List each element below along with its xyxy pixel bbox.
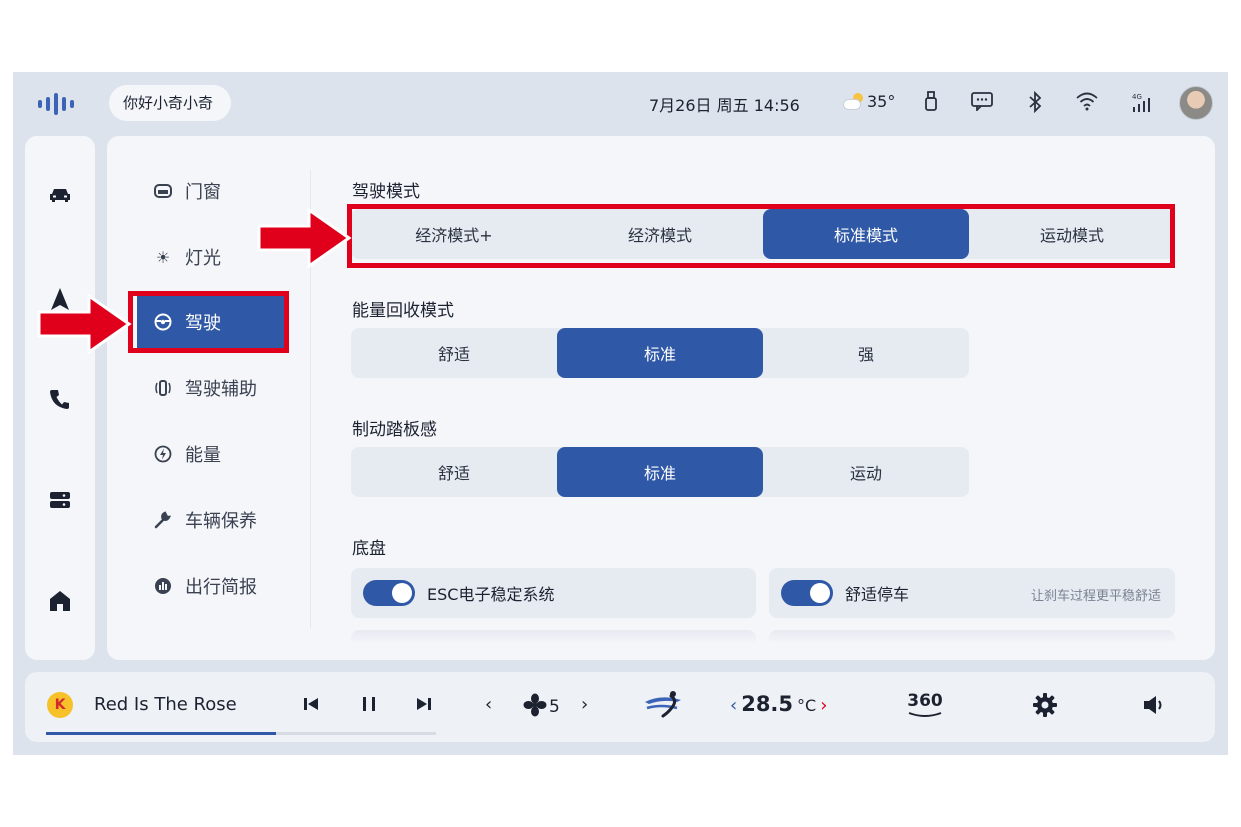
date-time: 7月26日 周五 14:56 [649, 96, 800, 115]
car-screen: 你好小奇小奇 7月26日 周五 14:56 35° 4G 门窗 ☀ 灯光 驾驶 … [13, 72, 1228, 755]
brake-feel-selector: 舒适 标准 运动 [351, 447, 969, 497]
comfort-stop-toggle[interactable] [781, 580, 833, 606]
pointer-arrow-drive-mode [257, 208, 352, 268]
pause-icon[interactable] [360, 696, 378, 717]
energy-icon [153, 444, 173, 464]
drive-mode-title: 驾驶模式 [352, 182, 420, 202]
esc-label: ESC电子稳定系统 [427, 585, 555, 604]
brake-option[interactable]: 运动 [763, 447, 969, 497]
bluetooth-icon[interactable] [1023, 90, 1047, 115]
comfort-stop-label: 舒适停车 [845, 585, 910, 604]
app-rail [25, 136, 95, 660]
pointer-arrow-menu [37, 294, 132, 354]
brake-feel-title: 制动踏板感 [352, 420, 437, 440]
message-icon[interactable] [970, 91, 994, 115]
esc-toggle[interactable] [363, 580, 415, 606]
airflow-mode-icon[interactable] [643, 690, 683, 725]
volume-icon[interactable] [1142, 694, 1168, 721]
usb-icon [919, 91, 943, 115]
highlight-box-menu [128, 291, 289, 353]
fan-speed: 5 [523, 693, 560, 717]
window-icon [153, 181, 173, 201]
partly-cloudy-icon [843, 92, 865, 111]
settings-gear-icon[interactable] [1032, 692, 1058, 723]
fan-icon [523, 693, 547, 717]
user-avatar[interactable] [1179, 86, 1213, 120]
menu-item-label: 能量 [185, 445, 221, 466]
light-icon: ☀ [155, 247, 171, 267]
voice-assistant-icon[interactable] [38, 92, 86, 116]
regen-option[interactable]: 舒适 [351, 328, 557, 378]
brake-option-selected[interactable]: 标准 [557, 447, 763, 497]
bottom-dock: K Red Is The Rose ‹ 5 › ‹ 28.5 °C › 360 [25, 672, 1215, 742]
fan-level: 5 [549, 697, 560, 717]
car-icon[interactable] [47, 182, 73, 208]
svg-text:4G: 4G [1132, 93, 1142, 101]
menu-item-label: 车辆保养 [185, 511, 257, 532]
regen-option-selected[interactable]: 标准 [557, 328, 763, 378]
temp-value: 28.5 [741, 692, 794, 716]
esc-setting: ESC电子稳定系统 [351, 568, 756, 618]
outside-temperature: 35° [867, 92, 896, 111]
next-track-icon[interactable] [415, 696, 433, 717]
next-setting-card [351, 630, 756, 644]
menu-item-label: 灯光 [185, 248, 221, 269]
menu-item-energy[interactable]: 能量 [137, 428, 287, 480]
camera-360-icon[interactable]: 360 [907, 690, 943, 719]
regen-mode-selector: 舒适 标准 强 [351, 328, 969, 378]
temp-increase-icon[interactable]: › [820, 695, 827, 716]
fan-increase-icon[interactable]: › [581, 694, 588, 715]
menu-item-label: 驾驶辅助 [185, 379, 257, 400]
brake-option[interactable]: 舒适 [351, 447, 557, 497]
playback-progress[interactable] [46, 732, 436, 735]
signal-4g-icon: 4G [1129, 91, 1153, 115]
next-setting-card [769, 630, 1175, 644]
previous-track-icon[interactable] [302, 696, 320, 717]
fan-decrease-icon[interactable]: ‹ [485, 694, 492, 715]
driver-assist-icon [153, 378, 173, 398]
phone-icon[interactable] [47, 386, 73, 412]
menu-item-maintenance[interactable]: 车辆保养 [137, 494, 287, 546]
menu-item-driver-assist[interactable]: 驾驶辅助 [137, 362, 287, 414]
report-icon [153, 576, 173, 596]
comfort-stop-setting: 舒适停车 让刹车过程更平稳舒适 [769, 568, 1175, 618]
menu-item-trip-report[interactable]: 出行简报 [137, 560, 287, 612]
song-title[interactable]: Red Is The Rose [94, 694, 237, 715]
temp-decrease-icon[interactable]: ‹ [730, 695, 737, 716]
apps-icon[interactable] [47, 487, 73, 513]
voice-greeting[interactable]: 你好小奇小奇 [109, 85, 232, 121]
menu-item-label: 出行简报 [185, 577, 257, 598]
chassis-title: 底盘 [352, 539, 386, 559]
home-icon[interactable] [47, 588, 73, 614]
highlight-box-drive-mode [347, 204, 1175, 268]
cabin-temperature: ‹ 28.5 °C › [730, 692, 827, 716]
comfort-stop-description: 让刹车过程更平稳舒适 [1030, 589, 1161, 604]
playback-progress-fill [46, 732, 276, 735]
wrench-icon [153, 510, 173, 530]
music-app-icon[interactable]: K [47, 692, 73, 718]
temp-unit: °C [797, 696, 817, 715]
weather-widget[interactable]: 35° [843, 92, 895, 111]
menu-item-label: 门窗 [185, 182, 221, 203]
wifi-icon[interactable] [1075, 91, 1099, 115]
regen-mode-title: 能量回收模式 [352, 301, 454, 321]
regen-option[interactable]: 强 [763, 328, 969, 378]
